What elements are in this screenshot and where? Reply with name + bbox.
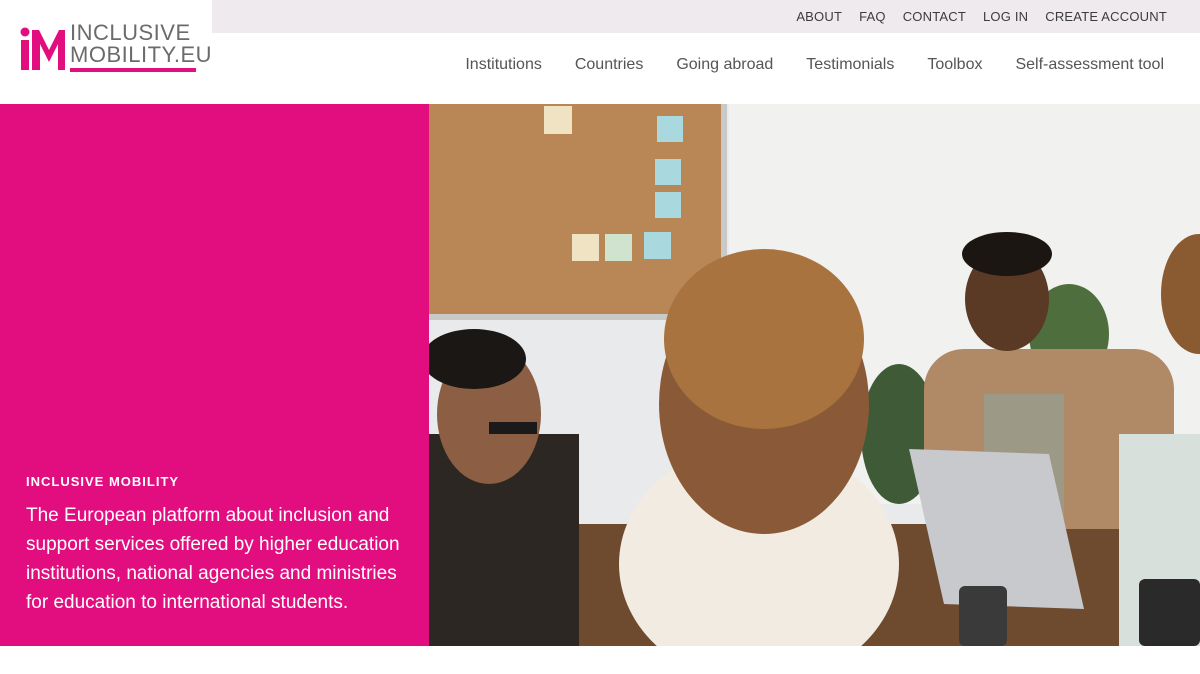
login-link[interactable]: LOG IN (983, 9, 1028, 24)
logo-line-1: INCLUSIVE (70, 20, 191, 45)
create-account-link[interactable]: CREATE ACCOUNT (1045, 9, 1167, 24)
nav-going-abroad[interactable]: Going abroad (676, 56, 773, 74)
meeting-photo-illustration (429, 104, 1200, 646)
hero-photo (429, 104, 1200, 646)
site-logo[interactable]: INCLUSIVE MOBILITY.EU (0, 0, 212, 104)
nav-institutions[interactable]: Institutions (465, 56, 541, 74)
logo-wordmark: INCLUSIVE MOBILITY.EU (70, 22, 212, 66)
faq-link[interactable]: FAQ (859, 9, 886, 24)
utility-nav: ABOUT FAQ CONTACT LOG IN CREATE ACCOUNT (796, 0, 1167, 33)
nav-toolbox[interactable]: Toolbox (927, 56, 982, 74)
nav-countries[interactable]: Countries (575, 56, 643, 74)
logo-mark-icon (20, 27, 65, 70)
contact-link[interactable]: CONTACT (903, 9, 966, 24)
hero-panel: INCLUSIVE MOBILITY The European platform… (0, 104, 429, 646)
hero-description: The European platform about inclusion an… (26, 505, 400, 613)
main-nav: Institutions Countries Going abroad Test… (465, 56, 1164, 74)
logo-line-2: MOBILITY.EU (70, 42, 213, 67)
hero-kicker: INCLUSIVE MOBILITY (26, 474, 180, 489)
nav-testimonials[interactable]: Testimonials (806, 56, 894, 74)
about-link[interactable]: ABOUT (796, 9, 842, 24)
nav-self-assessment-tool[interactable]: Self-assessment tool (1015, 56, 1164, 74)
hero-section: INCLUSIVE MOBILITY The European platform… (0, 104, 1200, 646)
logo-underline (70, 68, 196, 72)
